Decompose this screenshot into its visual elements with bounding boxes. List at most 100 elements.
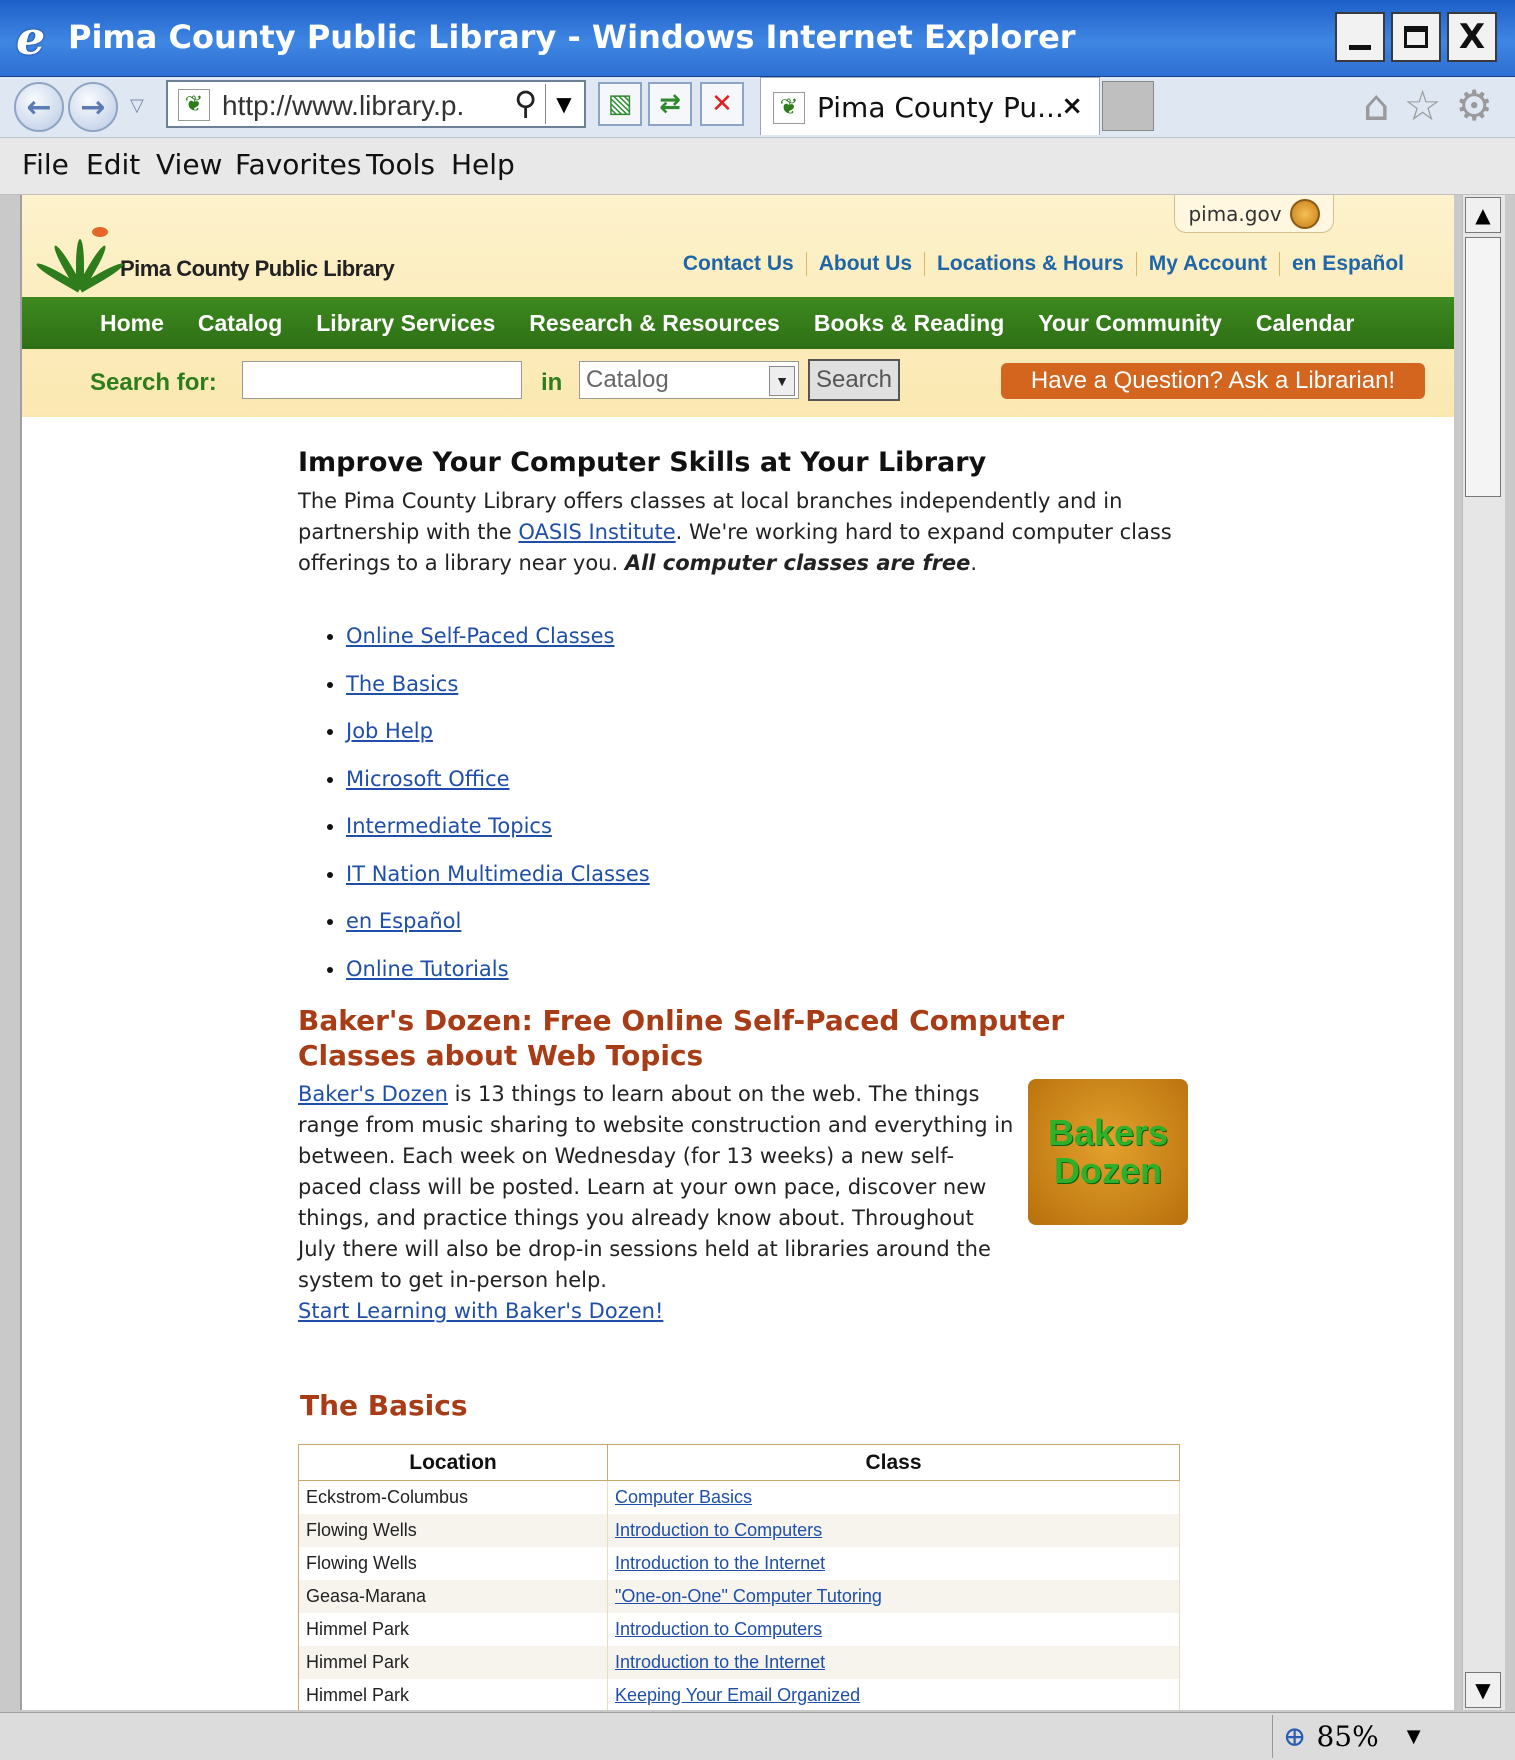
table-row: Flowing Wells Introduction to the Interne…	[298, 1547, 1180, 1580]
menu-bar: File Edit View Favorites Tools Help	[0, 138, 1515, 195]
scroll-up-button[interactable]: ▲	[1465, 197, 1501, 233]
search-button[interactable]: Search	[808, 359, 900, 401]
class-link[interactable]: Introduction to the Internet	[615, 1553, 825, 1573]
class-link[interactable]: Keeping Your Email Organized	[615, 1685, 860, 1705]
search-for-label: Search for:	[90, 369, 217, 396]
topic-link-basics[interactable]: The Basics	[346, 672, 458, 696]
table-row: Himmel Park Keeping Your Email Organized	[298, 1679, 1180, 1710]
history-dropdown-icon[interactable]: ▽	[130, 95, 144, 116]
en-espanol-link[interactable]: en Español	[1278, 252, 1416, 276]
close-window-button[interactable]: X	[1447, 12, 1497, 62]
basics-table: Location Class Eckstrom-Columbus Computer…	[298, 1444, 1180, 1710]
search-row: Search for: in Catalog ▼ Search Have a Q…	[22, 349, 1454, 417]
address-dropdown-button[interactable]: ▼	[545, 84, 582, 124]
zoom-control[interactable]: ⊕ 85% ▼	[1272, 1715, 1462, 1758]
bakers-dozen-section: Bakers Dozen Baker's Dozen is 13 things …	[298, 1079, 1188, 1327]
contact-us-link[interactable]: Contact Us	[671, 252, 806, 276]
start-learning-link[interactable]: Start Learning with Baker's Dozen!	[298, 1299, 663, 1323]
nav-library-services[interactable]: Library Services	[316, 310, 495, 337]
menu-help[interactable]: Help	[451, 148, 515, 181]
table-row: Himmel Park Introduction to Computers	[298, 1613, 1180, 1646]
favorites-star-icon[interactable]: ☆	[1404, 81, 1442, 130]
menu-tools[interactable]: Tools	[366, 148, 435, 181]
browser-navbar: ← → ▽ ❦ http://www.library.p. ⚲ ▼ ▧ ⇄ ✕ …	[0, 77, 1515, 138]
my-account-link[interactable]: My Account	[1135, 252, 1279, 276]
class-cell: "One-on-One" Computer Tutoring	[607, 1580, 1180, 1613]
home-icon[interactable]: ⌂	[1363, 81, 1390, 130]
stop-button[interactable]: ✕	[700, 82, 744, 126]
logo-line-2: Dozen	[1054, 1150, 1162, 1191]
topic-link-microsoft-office[interactable]: Microsoft Office	[346, 767, 510, 791]
bakers-dozen-link[interactable]: Baker's Dozen	[298, 1082, 448, 1106]
location-cell: Himmel Park	[298, 1613, 608, 1646]
table-row: Eckstrom-Columbus Computer Basics	[298, 1480, 1180, 1514]
class-link[interactable]: Introduction to Computers	[615, 1520, 822, 1540]
address-bar[interactable]: ❦ http://www.library.p. ⚲ ▼	[166, 80, 586, 128]
logo-text: Pima County Public Library	[120, 256, 395, 281]
bakers-dozen-text: Baker's Dozen is 13 things to learn abou…	[298, 1079, 1018, 1296]
arrow-down-icon: ▼	[1475, 1678, 1491, 1702]
in-label: in	[541, 369, 563, 396]
tab-close-button[interactable]: ×	[1061, 91, 1083, 121]
topic-link-intermediate[interactable]: Intermediate Topics	[346, 814, 552, 838]
menu-file[interactable]: File	[22, 148, 69, 181]
menu-view[interactable]: View	[156, 148, 222, 181]
pima-gov-link[interactable]: pima.gov	[1174, 195, 1334, 233]
logo-line-1: Bakers	[1047, 1112, 1169, 1153]
compatibility-icon: ▧	[607, 89, 633, 119]
arrow-up-icon: ▲	[1475, 203, 1491, 227]
topic-link-espanol[interactable]: en Español	[346, 909, 461, 933]
topic-link-online-self-paced[interactable]: Online Self-Paced Classes	[346, 624, 615, 648]
zoom-icon: ⊕	[1283, 1720, 1307, 1753]
vertical-scrollbar[interactable]: ▲ ▼	[1462, 195, 1505, 1710]
library-logo[interactable]: Pima County Public Library	[34, 225, 395, 293]
window-titlebar: e Pima County Public Library - Windows I…	[0, 0, 1515, 77]
gear-icon[interactable]: ⚙	[1455, 81, 1493, 130]
page-viewport: pima.gov Pima County Public Library Cont…	[20, 195, 1454, 1710]
oasis-institute-link[interactable]: OASIS Institute	[518, 520, 675, 544]
list-item: Online Self-Paced Classes	[346, 613, 1188, 661]
topic-link-online-tutorials[interactable]: Online Tutorials	[346, 957, 509, 981]
table-row: Geasa-Marana "One-on-One" Computer Tutori…	[298, 1580, 1180, 1613]
minimize-button[interactable]	[1335, 12, 1385, 62]
back-button[interactable]: ←	[14, 82, 64, 132]
class-link[interactable]: "One-on-One" Computer Tutoring	[615, 1586, 882, 1606]
new-tab-button[interactable]	[1102, 81, 1154, 131]
search-input[interactable]	[242, 361, 522, 399]
topic-link-job-help[interactable]: Job Help	[346, 719, 433, 743]
nav-your-community[interactable]: Your Community	[1038, 310, 1222, 337]
refresh-button[interactable]: ⇄	[648, 82, 692, 126]
nav-home[interactable]: Home	[100, 310, 164, 337]
free-classes-note: All computer classes are free	[624, 551, 971, 575]
topic-link-it-nation[interactable]: IT Nation Multimedia Classes	[346, 862, 650, 886]
forward-arrow-icon: →	[80, 89, 106, 125]
location-cell: Flowing Wells	[298, 1547, 608, 1580]
maximize-button[interactable]	[1391, 12, 1441, 62]
scroll-thumb[interactable]	[1465, 237, 1501, 497]
ask-librarian-button[interactable]: Have a Question? Ask a Librarian!	[1001, 363, 1425, 399]
url-text[interactable]: http://www.library.p.	[222, 90, 522, 122]
class-link[interactable]: Introduction to Computers	[615, 1619, 822, 1639]
menu-favorites[interactable]: Favorites	[235, 148, 361, 181]
search-icon[interactable]: ⚲	[514, 84, 537, 122]
location-cell: Eckstrom-Columbus	[298, 1480, 608, 1514]
window-controls: X	[1335, 12, 1497, 62]
site-header: pima.gov Pima County Public Library Cont…	[22, 195, 1454, 417]
menu-edit[interactable]: Edit	[86, 148, 140, 181]
tab-pima-county[interactable]: ❦ Pima County Pu... ×	[760, 77, 1100, 135]
about-us-link[interactable]: About Us	[805, 252, 924, 276]
class-link[interactable]: Computer Basics	[615, 1487, 752, 1507]
bakers-dozen-logo: Bakers Dozen	[1028, 1079, 1188, 1225]
nav-research-resources[interactable]: Research & Resources	[529, 310, 780, 337]
list-item: Intermediate Topics	[346, 803, 1188, 851]
search-scope-select[interactable]: Catalog ▼	[579, 361, 799, 399]
forward-button[interactable]: →	[68, 82, 118, 132]
compatibility-view-button[interactable]: ▧	[598, 82, 642, 126]
nav-calendar[interactable]: Calendar	[1256, 310, 1354, 337]
class-link[interactable]: Introduction to the Internet	[615, 1652, 825, 1672]
locations-hours-link[interactable]: Locations & Hours	[924, 252, 1136, 276]
scroll-down-button[interactable]: ▼	[1465, 1672, 1501, 1708]
nav-books-reading[interactable]: Books & Reading	[814, 310, 1004, 337]
location-cell: Geasa-Marana	[298, 1580, 608, 1613]
nav-catalog[interactable]: Catalog	[198, 310, 282, 337]
